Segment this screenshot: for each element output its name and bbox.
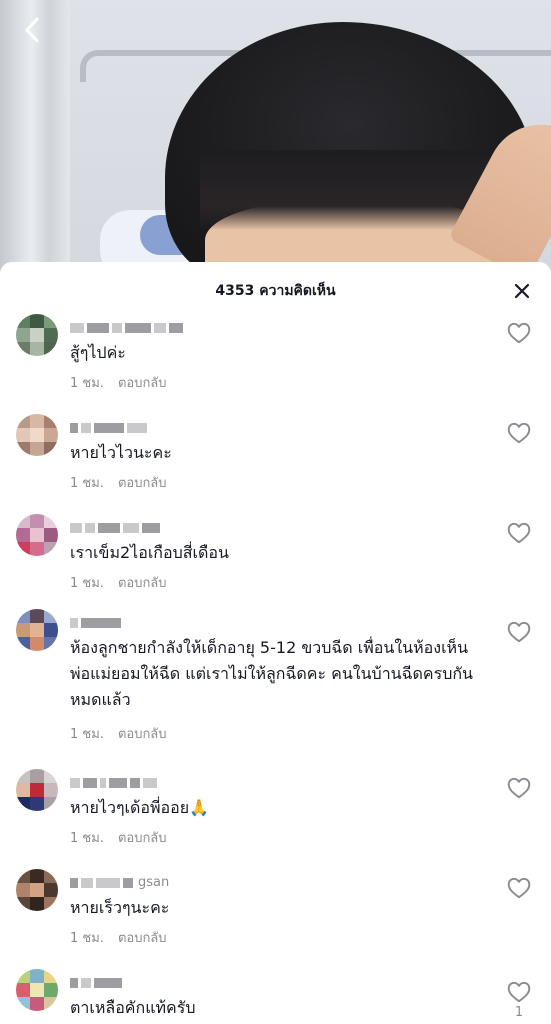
comment-item: ห้องลูกชายกำลังให้เด็กอายุ 5-12 ขวบฉีด เ… — [0, 607, 551, 757]
video-backdrop — [0, 0, 551, 290]
comments-count-title: 4353 ความคิดเห็น — [215, 283, 336, 299]
reply-button[interactable]: ตอบกลับ — [118, 727, 167, 742]
avatar[interactable] — [16, 769, 58, 811]
comment-time: 1 ชม. — [70, 931, 104, 946]
comment-meta: 1 ชม. ตอบกลับ — [70, 927, 167, 948]
comment-meta: 1 ชม. ตอบกลับ — [70, 827, 167, 848]
comment-text: ตาเหลือคักแท้ครับ — [70, 998, 196, 1017]
comment-time: 1 ชม. — [70, 727, 104, 742]
comment-text: สู้ๆไปค่ะ — [70, 343, 126, 362]
avatar[interactable] — [16, 869, 58, 911]
heart-outline-icon[interactable] — [506, 320, 532, 346]
comment-time: 1 ชม. — [70, 376, 104, 391]
reply-button[interactable]: ตอบกลับ — [118, 831, 167, 846]
avatar[interactable] — [16, 314, 58, 356]
username-blurred[interactable] — [70, 612, 124, 628]
chevron-left-icon — [25, 17, 39, 43]
reply-button[interactable]: ตอบกลับ — [118, 376, 167, 391]
comment-item: หายไวๆเด้อพี่ออย🙏 1 ชม. ตอบกลับ — [0, 767, 551, 867]
comment-text: หายไวไวนะคะ — [70, 443, 172, 462]
comment-item: สู้ๆไปค่ะ 1 ชม. ตอบกลับ — [0, 312, 551, 412]
username-blurred[interactable] — [70, 972, 125, 988]
avatar[interactable] — [16, 414, 58, 456]
comment-time: 1 ชม. — [70, 576, 104, 591]
comment-meta: 1 ชม. ตอบกลับ — [70, 723, 167, 744]
comment-time: 1 ชม. — [70, 831, 104, 846]
comment-text: หายเร็วๆนะคะ — [70, 898, 170, 917]
heart-outline-icon[interactable] — [506, 875, 532, 901]
comments-sheet: 4353 ความคิดเห็น สู้ๆไปค่ะ 1 ชม. ตอบกลับ — [0, 262, 551, 1024]
heart-outline-icon[interactable] — [506, 619, 532, 645]
comment-item: หายไวไวนะคะ 1 ชม. ตอบกลับ — [0, 412, 551, 512]
username-suffix: gsan — [138, 875, 170, 890]
comment-item: เราเข็ม2ไอเกือบสี่เดือน 1 ชม. ตอบกลับ — [0, 512, 551, 612]
heart-outline-icon[interactable] — [506, 520, 532, 546]
comment-time: 1 ชม. — [70, 476, 104, 491]
reply-button[interactable]: ตอบกลับ — [118, 931, 167, 946]
comment-item: gsan หายเร็วๆนะคะ 1 ชม. ตอบกลับ — [0, 867, 551, 967]
comment-text: ห้องลูกชายกำลังให้เด็กอายุ 5-12 ขวบฉีด เ… — [70, 638, 473, 709]
comment-text: หายไวๆเด้อพี่ออย🙏 — [70, 798, 210, 817]
username-blurred[interactable] — [70, 517, 163, 533]
heart-outline-icon[interactable] — [506, 979, 532, 1005]
comment-meta: 1 ชม. ตอบกลับ — [70, 372, 167, 393]
heart-outline-icon[interactable] — [506, 420, 532, 446]
username-blurred[interactable]: gsan — [70, 872, 169, 890]
reply-button[interactable]: ตอบกลับ — [118, 576, 167, 591]
avatar[interactable] — [16, 969, 58, 1011]
username-blurred[interactable] — [70, 772, 160, 788]
comment-item: ตาเหลือคักแท้ครับ 1 — [0, 967, 551, 1024]
reply-button[interactable]: ตอบกลับ — [118, 476, 167, 491]
username-blurred[interactable] — [70, 417, 150, 433]
avatar[interactable] — [16, 514, 58, 556]
like-count: 1 — [514, 1005, 524, 1020]
username-blurred[interactable] — [70, 317, 186, 333]
comment-meta: 1 ชม. ตอบกลับ — [70, 472, 167, 493]
comment-meta: 1 ชม. ตอบกลับ — [70, 572, 167, 593]
comment-text: เราเข็ม2ไอเกือบสี่เดือน — [70, 543, 229, 562]
heart-outline-icon[interactable] — [506, 775, 532, 801]
back-button[interactable] — [14, 12, 50, 48]
avatar[interactable] — [16, 609, 58, 651]
close-icon[interactable] — [513, 282, 531, 300]
